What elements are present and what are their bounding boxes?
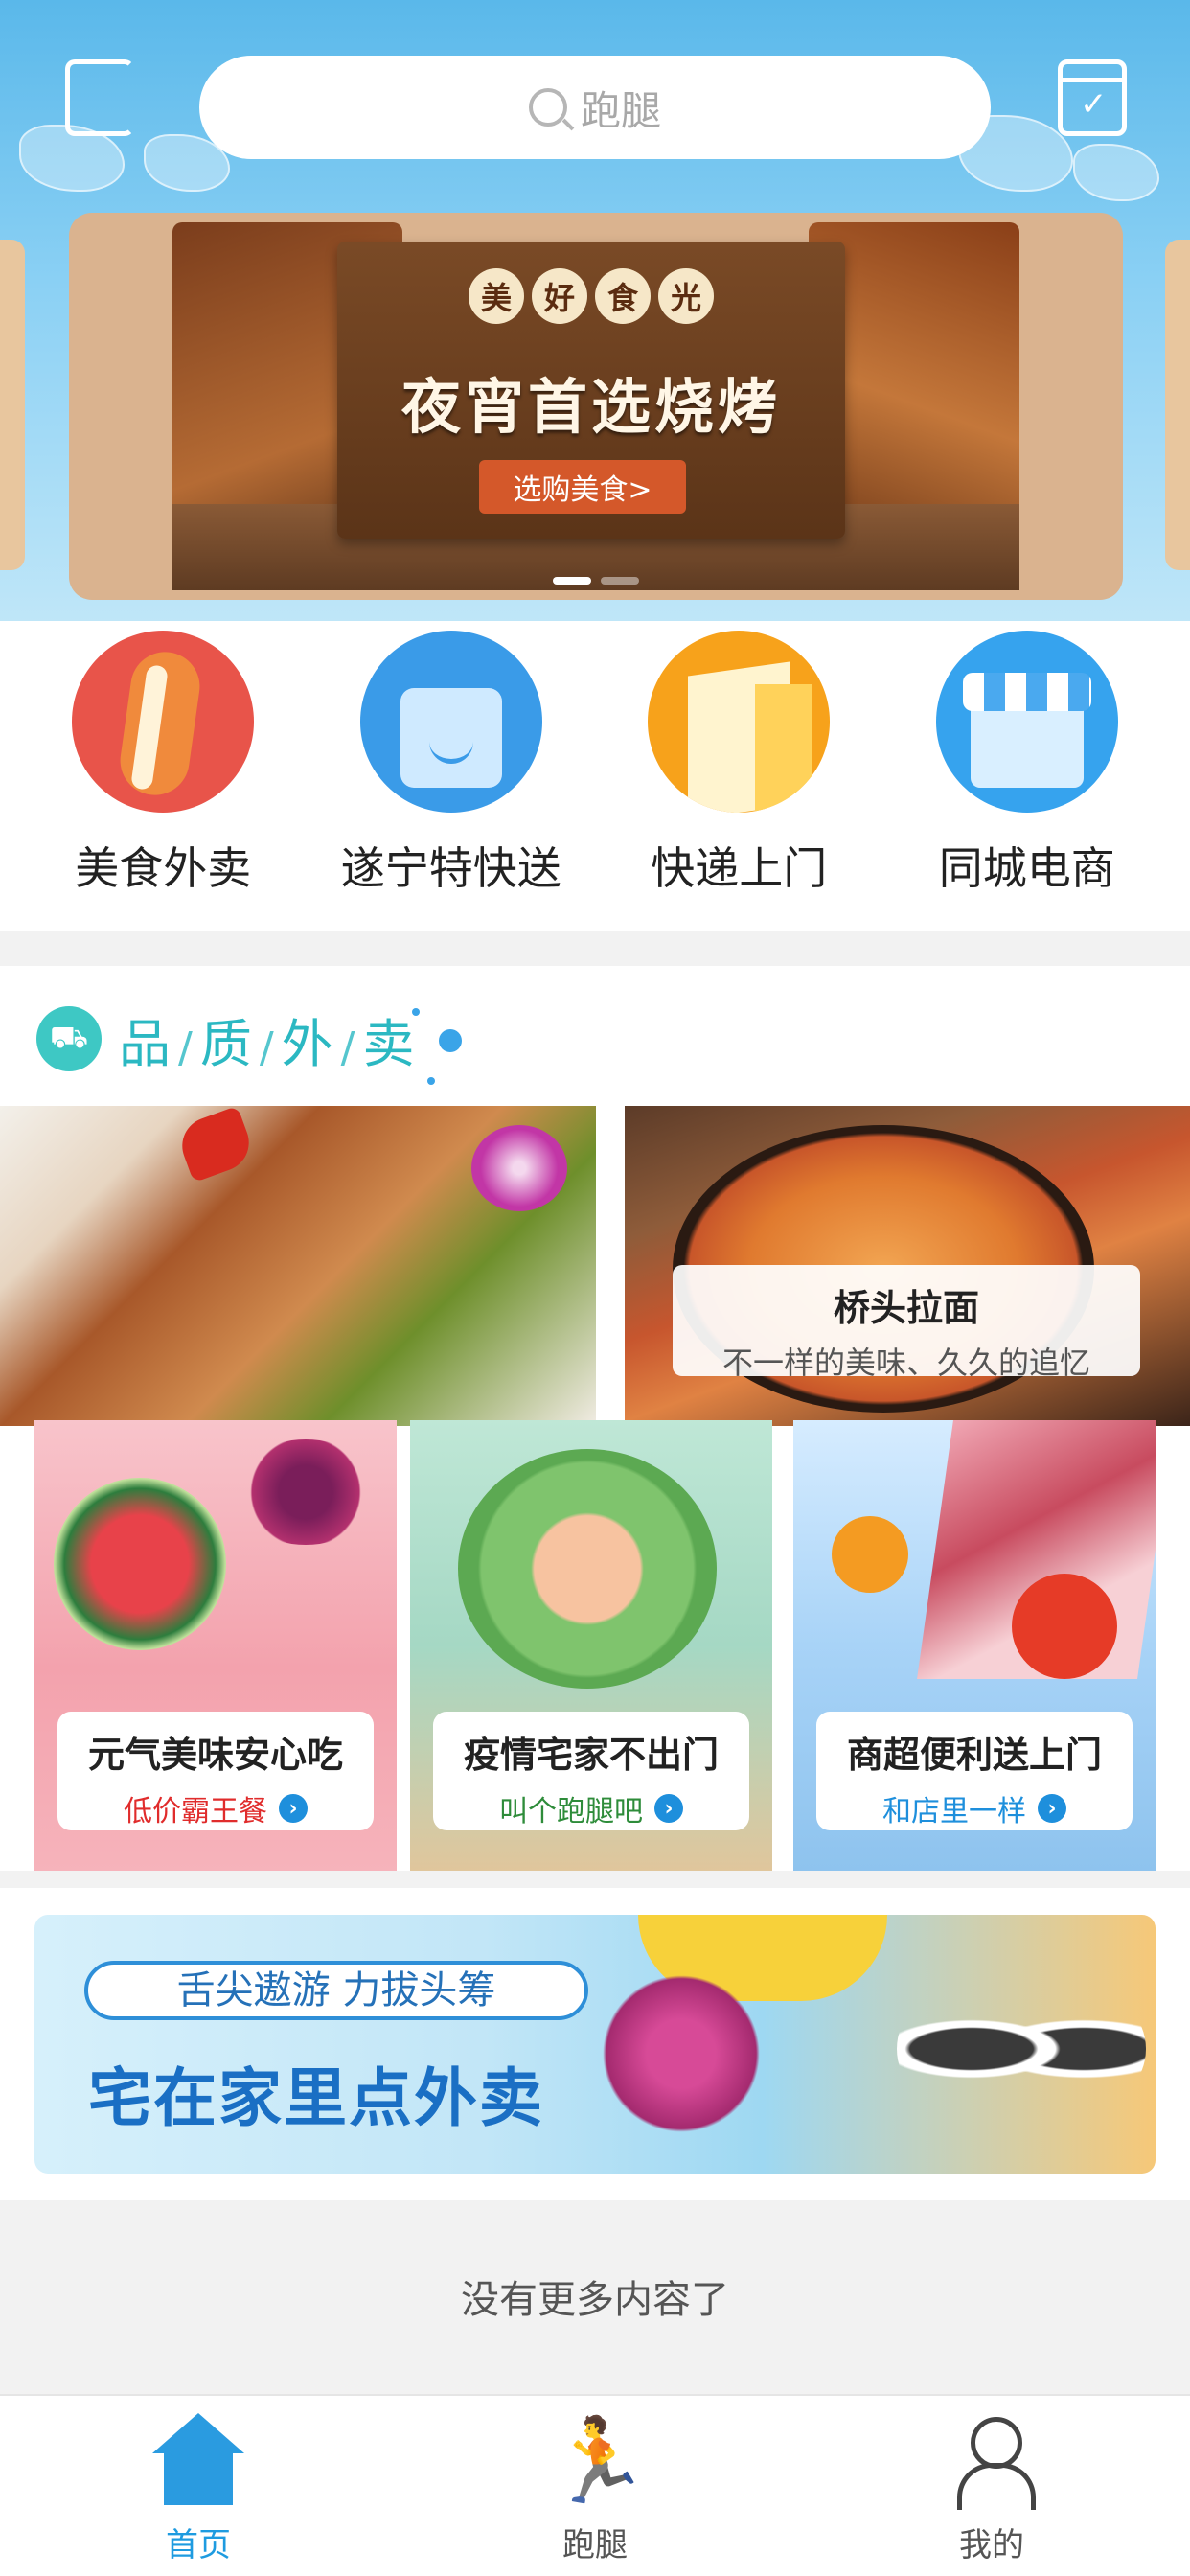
shrimp-plate-illustration xyxy=(458,1449,717,1689)
featured-tagline: 不一样的美味、久久的追忆 xyxy=(721,1345,1090,1381)
featured-name: 桥头拉面 xyxy=(833,1287,979,1329)
section-title: 品 / 质 / 外 / 卖 xyxy=(119,1001,416,1077)
card-subtitle: 低价霸王餐 xyxy=(124,1795,267,1828)
home-icon xyxy=(150,2413,246,2509)
banner-headline: 夜宵首选烧烤 xyxy=(400,372,781,442)
calendar-check-icon[interactable] xyxy=(1058,59,1127,136)
card-title: 疫情宅家不出门 xyxy=(463,1734,719,1776)
brand-char: 光 xyxy=(658,268,714,324)
promo-section: 舌尖遨游 力拔头筹 宅在家里点外卖 xyxy=(0,1888,1190,2200)
chevron-right-icon: › xyxy=(654,1794,683,1823)
promo-card-free-meal[interactable]: 元气美味安心吃 低价霸王餐 › xyxy=(34,1420,397,1871)
milk-carton-icon xyxy=(648,631,831,813)
promo-pill: 舌尖遨游 力拔头筹 xyxy=(84,1961,588,2020)
tab-errand[interactable]: 🏃 跑腿 xyxy=(397,2396,793,2576)
brand-char: 美 xyxy=(469,268,524,324)
grapes-illustration xyxy=(234,1439,378,1545)
card-subtitle-row: 低价霸王餐 › xyxy=(57,1787,374,1829)
section-header: ⛟ 品 / 质 / 外 / 卖 xyxy=(36,1000,416,1077)
carousel-dot xyxy=(601,577,639,585)
title-char: 卖 xyxy=(362,1013,417,1074)
carousel-indicator xyxy=(69,577,1123,585)
title-separator: / xyxy=(340,1023,357,1072)
card-title: 商超便利送上门 xyxy=(846,1734,1102,1776)
scan-icon[interactable] xyxy=(65,59,134,136)
shopping-bag-icon xyxy=(359,631,542,813)
no-more-content-text: 没有更多内容了 xyxy=(461,2278,729,2322)
profile-icon xyxy=(944,2413,1040,2510)
card-caption: 疫情宅家不出门 叫个跑腿吧 › xyxy=(433,1712,749,1830)
brand-char: 食 xyxy=(595,268,651,324)
card-subtitle-row: 叫个跑腿吧 › xyxy=(433,1787,749,1829)
quality-takeout-section: ⛟ 品 / 质 / 外 / 卖 桥头拉面 不一样的美味、久久的追忆 元气美味安心吃 低价霸王… xyxy=(0,966,1190,1871)
search-icon xyxy=(528,88,567,126)
chevron-right-icon: › xyxy=(1038,1794,1066,1823)
tomato-illustration xyxy=(1012,1574,1117,1679)
photo-detail xyxy=(173,1105,258,1184)
hotdog-icon xyxy=(72,631,255,813)
hero-header: 跑腿 美 好 食 光 夜宵首选烧烤 选购美食> xyxy=(0,0,1190,621)
card-title: 元气美味安心吃 xyxy=(87,1734,343,1776)
promo-headline: 宅在家里点外卖 xyxy=(88,2061,544,2135)
search-bar[interactable]: 跑腿 xyxy=(199,56,991,159)
title-char: 品 xyxy=(119,1013,172,1074)
card-subtitle-row: 和店里一样 › xyxy=(816,1787,1133,1829)
bottom-tab-bar: 首页 🏃 跑腿 我的 xyxy=(0,2394,1190,2576)
tab-label: 跑腿 xyxy=(562,2526,628,2564)
banner-wooden-sign: 美 好 食 光 夜宵首选烧烤 选购美食> xyxy=(337,242,845,539)
title-char: 质 xyxy=(199,1013,254,1074)
category-food-delivery[interactable]: 美食外卖 xyxy=(29,631,297,932)
banner-brand: 美 好 食 光 xyxy=(337,268,845,324)
orange-illustration xyxy=(832,1516,908,1593)
tab-label: 我的 xyxy=(959,2526,1024,2564)
scooter-icon: ⛟ xyxy=(36,1006,102,1071)
watermelon-illustration xyxy=(54,1478,226,1650)
sparkle-decoration xyxy=(427,1077,435,1085)
carousel-dot-active xyxy=(553,577,591,585)
brand-char: 好 xyxy=(532,268,587,324)
featured-dish-photo[interactable] xyxy=(0,1105,596,1426)
category-label: 同城电商 xyxy=(938,842,1115,894)
category-courier-pickup[interactable]: 快递上门 xyxy=(605,631,873,932)
tab-profile[interactable]: 我的 xyxy=(793,2396,1190,2576)
card-subtitle: 和店里一样 xyxy=(882,1795,1026,1828)
sunglasses-illustration xyxy=(897,1991,1146,2106)
banner-prev-peek[interactable] xyxy=(0,240,25,570)
sparkle-decoration xyxy=(439,1029,462,1052)
featured-noodle-card[interactable]: 桥头拉面 不一样的美味、久久的追忆 xyxy=(625,1106,1190,1426)
category-express-delivery[interactable]: 遂宁特快送 xyxy=(317,631,585,932)
ice-decoration xyxy=(1073,144,1159,201)
card-caption: 商超便利送上门 和店里一样 › xyxy=(816,1712,1133,1830)
sparkle-decoration xyxy=(412,1008,420,1016)
category-label: 美食外卖 xyxy=(75,842,252,894)
banner-cta-button[interactable]: 选购美食> xyxy=(479,460,686,514)
runner-icon: 🏃 xyxy=(547,2413,651,2509)
storefront-icon xyxy=(935,631,1118,813)
category-grid: 美食外卖 遂宁特快送 快递上门 同城电商 xyxy=(0,621,1190,932)
promo-card-errand[interactable]: 疫情宅家不出门 叫个跑腿吧 › xyxy=(410,1420,772,1871)
title-separator: / xyxy=(259,1023,276,1072)
category-label: 快递上门 xyxy=(651,842,828,894)
tab-label: 首页 xyxy=(166,2526,231,2564)
title-separator: / xyxy=(178,1023,195,1072)
promo-carousel-banner[interactable]: 美 好 食 光 夜宵首选烧烤 选购美食> xyxy=(69,213,1123,600)
photo-detail xyxy=(471,1125,567,1211)
tab-home[interactable]: 首页 xyxy=(0,2396,397,2576)
grapes-character-illustration xyxy=(600,1972,763,2135)
stay-home-takeout-banner[interactable]: 舌尖遨游 力拔头筹 宅在家里点外卖 xyxy=(34,1915,1156,2174)
chevron-right-icon: › xyxy=(279,1794,308,1823)
banner-next-peek[interactable] xyxy=(1165,240,1190,570)
title-char: 外 xyxy=(281,1013,335,1074)
search-placeholder: 跑腿 xyxy=(580,86,661,134)
card-caption: 元气美味安心吃 低价霸王餐 › xyxy=(57,1712,374,1830)
featured-caption: 桥头拉面 不一样的美味、久久的追忆 xyxy=(673,1265,1140,1381)
category-label: 遂宁特快送 xyxy=(340,842,561,894)
card-subtitle: 叫个跑腿吧 xyxy=(499,1795,643,1828)
category-local-ecommerce[interactable]: 同城电商 xyxy=(893,631,1161,932)
promo-card-supermarket[interactable]: 商超便利送上门 和店里一样 › xyxy=(793,1420,1156,1871)
